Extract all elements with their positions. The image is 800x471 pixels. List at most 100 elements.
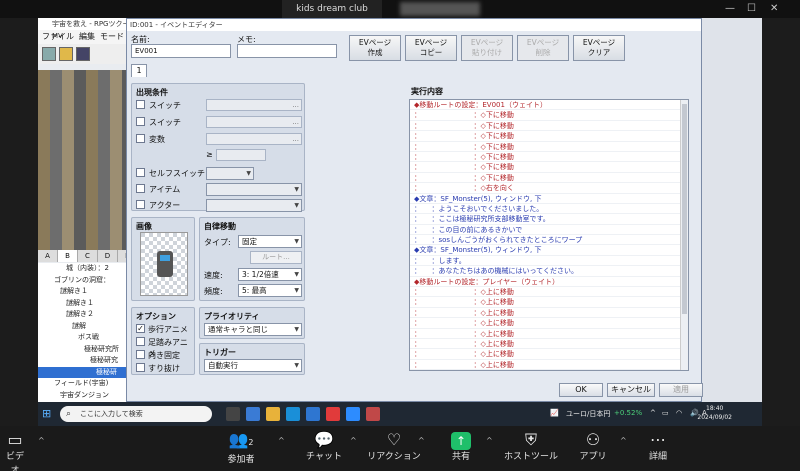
command-line[interactable]: ： ：◇下に移動 xyxy=(410,152,688,163)
command-line[interactable]: ： ：◇上に移動 xyxy=(410,308,688,319)
edge-icon[interactable] xyxy=(286,407,300,421)
command-line[interactable]: ： ：◇上に移動 xyxy=(410,297,688,308)
command-line[interactable]: ： ：◇上に移動 xyxy=(410,339,688,350)
ev-page-new-button[interactable]: EVページ 作成 xyxy=(349,35,401,61)
switch1-select[interactable]: ... xyxy=(206,99,302,111)
youtube-icon[interactable] xyxy=(326,407,340,421)
command-line[interactable]: ： ：します。 xyxy=(410,256,688,267)
switch1-checkbox[interactable] xyxy=(136,100,145,109)
priority-select[interactable]: 通常キャラと同じ ▼ xyxy=(204,323,302,336)
event-image-picker[interactable] xyxy=(140,232,188,296)
task-view-icon[interactable] xyxy=(226,407,240,421)
map-tree-item[interactable]: 謎解き１ xyxy=(38,298,138,310)
reaction-options-chevron-icon[interactable]: ^ xyxy=(418,436,425,445)
wifi-icon[interactable]: ◠ xyxy=(676,409,682,417)
video-button[interactable]: ▭ ビデオ xyxy=(2,430,28,471)
menu-file[interactable]: ファイル xyxy=(42,30,74,44)
command-line[interactable]: ： ：sosしんごうがおくられてきたところにワープ xyxy=(410,235,688,246)
map-tree-item[interactable]: ゴブリンの洞窟： xyxy=(38,275,138,287)
close-icon[interactable]: ✕ xyxy=(770,3,778,14)
map-tree-item[interactable]: 城（内装）：2 xyxy=(38,263,138,275)
ev-page-copy-button[interactable]: EVページ コピー xyxy=(405,35,457,61)
map-tree-item[interactable]: 極秘研究所 xyxy=(38,344,138,356)
tab-page-1[interactable]: 1 xyxy=(131,64,147,77)
command-line[interactable]: ： ：◇下に移動 xyxy=(410,110,688,121)
actor-checkbox[interactable] xyxy=(136,200,145,209)
actor-select[interactable]: ▼ xyxy=(206,199,302,212)
command-line[interactable]: ： ：ここは極秘研究所支部移動室です。 xyxy=(410,214,688,225)
through-checkbox[interactable] xyxy=(136,363,145,372)
windows-start-icon[interactable]: ⊞ xyxy=(42,408,54,420)
tile-tab-b[interactable]: B xyxy=(58,250,78,262)
network-icon[interactable]: ▭ xyxy=(662,409,669,417)
tile-tab-a[interactable]: A xyxy=(38,250,58,262)
participants-button[interactable]: 👥2 参加者 xyxy=(218,430,264,467)
command-line[interactable]: ： ：◇上に移動 xyxy=(410,349,688,360)
zoom-icon[interactable] xyxy=(346,407,360,421)
command-line[interactable]: ： ：ようこそおいでくださいました。 xyxy=(410,204,688,215)
contents-scrollbar[interactable] xyxy=(680,100,688,370)
memo-input[interactable] xyxy=(237,44,337,58)
command-line[interactable]: ： ：この目の前にあるきかいで xyxy=(410,225,688,236)
cancel-button[interactable]: キャンセル xyxy=(607,383,655,397)
reaction-button[interactable]: ♡ リアクション xyxy=(366,430,422,464)
command-line[interactable]: ： ：◇上に移動 xyxy=(410,360,688,370)
command-line[interactable]: ◆移動ルートの設定：プレイヤー（ウェイト） xyxy=(410,277,688,288)
command-line[interactable]: ： ：◇下に移動 xyxy=(410,121,688,132)
share-button[interactable]: ↑ 共有 xyxy=(444,430,478,464)
direction-fix-checkbox[interactable] xyxy=(136,350,145,359)
command-line[interactable]: ◆文章：SF_Monster(5), ウィンドウ, 下 xyxy=(410,194,688,204)
command-line[interactable]: ： ：◇上に移動 xyxy=(410,329,688,339)
map-tree-item[interactable]: ボス戦 xyxy=(38,332,138,344)
map-tree-item[interactable]: 極秘研 xyxy=(38,366,138,378)
tile-tab-c[interactable]: C xyxy=(78,250,98,262)
variable-select[interactable]: ... xyxy=(206,133,302,145)
participants-options-chevron-icon[interactable]: ^ xyxy=(278,436,285,445)
speed-select[interactable]: 3: 1/2倍速 ▼ xyxy=(238,268,302,281)
map-tree-item[interactable]: 謎解 xyxy=(38,321,138,333)
contents-list[interactable]: ◆移動ルートの設定：EV001（ウェイト）： ：◇下に移動： ：◇下に移動： ：… xyxy=(409,99,689,371)
command-line[interactable]: ◆文章：SF_Monster(5), ウィンドウ, 下 xyxy=(410,245,688,256)
switch2-select[interactable]: ... xyxy=(206,116,302,128)
apply-button[interactable]: 適用 xyxy=(659,383,703,397)
command-line[interactable]: ： ：◇下に移動 xyxy=(410,173,688,184)
scrollbar-thumb[interactable] xyxy=(682,104,687,314)
map-tree-item[interactable]: 謎解き１ xyxy=(38,286,138,298)
command-line[interactable]: ： ：◇右を向く xyxy=(410,183,688,194)
chat-button[interactable]: 💬 チャット xyxy=(302,430,346,464)
map-tree-item[interactable]: 極秘研究 xyxy=(38,355,138,367)
chat-options-chevron-icon[interactable]: ^ xyxy=(350,436,357,445)
item-checkbox[interactable] xyxy=(136,184,145,193)
variable-checkbox[interactable] xyxy=(136,134,145,143)
ev-page-paste-button[interactable]: EVページ 貼り付け xyxy=(461,35,513,61)
ev-page-clear-button[interactable]: EVページ クリア xyxy=(573,35,625,61)
item-select[interactable]: ▼ xyxy=(206,183,302,196)
share-options-chevron-icon[interactable]: ^ xyxy=(486,436,493,445)
self-switch-checkbox[interactable] xyxy=(136,168,145,177)
taskbar-search[interactable]: ⌕ ここに入力して検索 xyxy=(60,406,212,422)
mail-icon[interactable] xyxy=(306,407,320,421)
rpg-maker-icon[interactable] xyxy=(366,407,380,421)
variable-value-spinner[interactable] xyxy=(216,149,266,161)
frequency-select[interactable]: 5: 最高 ▼ xyxy=(238,284,302,297)
map-tree-item[interactable]: 宇宙ダンジョン xyxy=(38,390,138,402)
menu-mode[interactable]: モード xyxy=(100,30,124,44)
switch2-checkbox[interactable] xyxy=(136,117,145,126)
menu-edit[interactable]: 編集 xyxy=(79,30,95,44)
save-icon[interactable] xyxy=(76,47,90,61)
host-tools-button[interactable]: ⛨ ホストツール xyxy=(502,430,560,464)
tileset-palette[interactable] xyxy=(38,70,138,250)
maximize-icon[interactable]: ☐ xyxy=(747,3,756,14)
new-project-icon[interactable] xyxy=(42,47,56,61)
command-line[interactable]: ◆移動ルートの設定：EV001（ウェイト） xyxy=(410,100,688,111)
copilot-icon[interactable] xyxy=(246,407,260,421)
ok-button[interactable]: OK xyxy=(559,383,603,397)
video-options-chevron-icon[interactable]: ^ xyxy=(38,436,45,445)
tray-chevron-icon[interactable]: ^ xyxy=(650,409,656,417)
more-button[interactable]: ⋯ 詳細 xyxy=(644,430,672,464)
stepping-anim-checkbox[interactable] xyxy=(136,337,145,346)
command-line[interactable]: ： ：◇上に移動 xyxy=(410,318,688,329)
command-line[interactable]: ： ：◇上に移動 xyxy=(410,287,688,298)
stock-widget-icon[interactable]: 📈 xyxy=(550,409,559,417)
taskbar-clock[interactable]: 18:40 2024/09/02 xyxy=(697,404,732,422)
